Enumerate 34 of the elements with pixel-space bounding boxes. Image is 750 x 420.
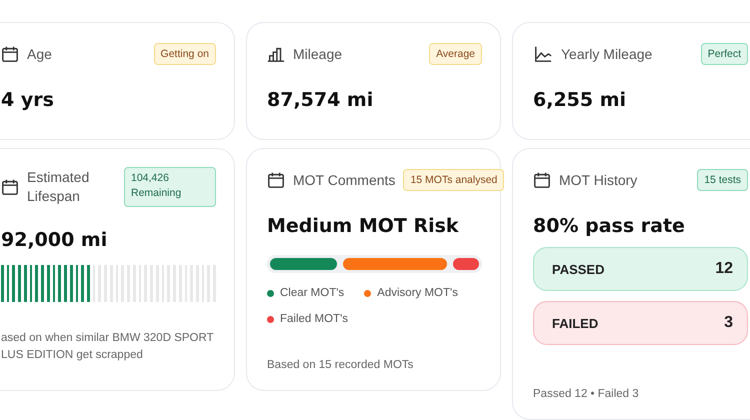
card-title: MOT Comments [293,172,396,188]
status-badge: 15 MOTs analysed [403,169,504,191]
lifespan-note: ased on when similar BMW 320D SPORT LUS EDITION get scrapped [1,331,214,363]
calendar-icon [1,178,19,196]
status-badge: 15 tests [697,169,748,191]
card-title: Estimated Lifespan [27,168,90,206]
stat-value: 92,000 mi [1,229,108,251]
result-count: 3 [724,314,733,332]
calendar-icon [1,45,19,63]
status-badge: 104,426 Remaining [124,167,216,207]
status-badge: Getting on [154,43,216,65]
result-label: PASSED [552,262,604,276]
line-chart-icon [533,45,553,63]
legend-label: Clear MOT's [280,287,344,299]
calendar-icon [533,171,551,189]
card-title: Age [27,46,53,62]
stat-value: 6,255 mi [533,89,628,111]
legend-label: Advisory MOT's [377,287,458,299]
status-badge: Average [429,43,482,65]
bar-chart-icon [267,45,285,63]
result-label: FAILED [552,316,598,330]
legend-label: Failed MOT's [280,313,348,325]
status-badge: Perfect [700,43,748,65]
risk-heading: Medium MOT Risk [267,215,460,237]
mot-note: Based on 15 recorded MOTs [267,358,414,373]
pass-rate-heading: 80% pass rate [533,215,686,237]
card-title: Yearly Mileage [561,46,654,62]
stat-value: 87,574 mi [267,89,374,111]
stat-value: 4 yrs [1,89,55,111]
result-count: 12 [715,260,733,278]
calendar-icon [267,171,285,189]
history-note: Passed 12 • Failed 3 [533,387,639,402]
card-title: MOT History [559,172,638,188]
card-title: Mileage [293,46,344,62]
